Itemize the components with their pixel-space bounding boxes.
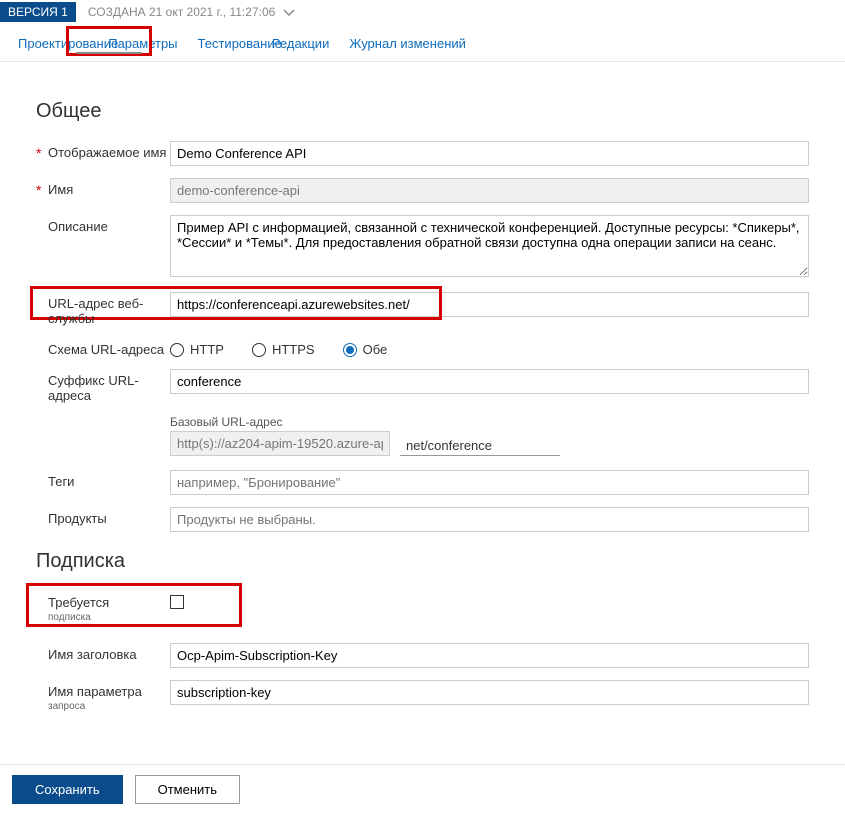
version-badge: ВЕРСИЯ 1	[0, 2, 76, 22]
label-header-name: Имя заголовка	[48, 643, 170, 662]
section-subscription: Подписка	[36, 550, 809, 573]
required-marker: *	[36, 178, 48, 198]
query-param-input[interactable]	[170, 680, 809, 705]
subscription-required-checkbox[interactable]	[170, 595, 184, 609]
label-display-name: Отображаемое имя	[48, 141, 170, 160]
tab-revisions[interactable]: Редакции	[272, 32, 330, 57]
label-query-param: Имя параметра запроса	[48, 680, 170, 712]
label-products: Продукты	[48, 507, 170, 526]
label-description: Описание	[48, 215, 170, 234]
section-general: Общее	[36, 100, 809, 123]
label-name: Имя	[48, 178, 170, 197]
tags-input[interactable]	[170, 470, 809, 495]
label-url-scheme: Схема URL-адреса	[48, 338, 170, 357]
required-marker: *	[36, 141, 48, 161]
products-input[interactable]	[170, 507, 809, 532]
display-name-input[interactable]	[170, 141, 809, 166]
base-url-prefix	[170, 431, 390, 456]
save-button[interactable]: Сохранить	[12, 775, 123, 804]
created-date[interactable]: СОЗДАНА 21 окт 2021 г., 11:27:06	[88, 5, 295, 19]
tab-test[interactable]: Тестирование	[198, 32, 282, 57]
web-service-url-input[interactable]	[170, 292, 809, 317]
label-required: Требуется подписка	[48, 591, 170, 623]
header-name-input[interactable]	[170, 643, 809, 668]
tab-changelog[interactable]: Журнал изменений	[349, 32, 466, 57]
name-input	[170, 178, 809, 203]
description-textarea[interactable]: Пример API с информацией, связанной с те…	[170, 215, 809, 277]
radio-both[interactable]: Обе	[343, 342, 388, 357]
label-web-service-url: URL-адрес веб-службы	[48, 292, 170, 326]
cancel-button[interactable]: Отменить	[135, 775, 240, 804]
label-url-suffix: Суффикс URL-адреса	[48, 369, 170, 403]
label-base-url: Базовый URL-адрес	[170, 415, 809, 429]
active-tab-underline	[76, 52, 142, 54]
base-url-suffix: net/conference	[400, 436, 560, 456]
radio-https[interactable]: HTTPS	[252, 342, 315, 357]
chevron-down-icon	[283, 9, 295, 17]
label-tags: Теги	[48, 470, 170, 489]
url-suffix-input[interactable]	[170, 369, 809, 394]
radio-http[interactable]: HTTP	[170, 342, 224, 357]
